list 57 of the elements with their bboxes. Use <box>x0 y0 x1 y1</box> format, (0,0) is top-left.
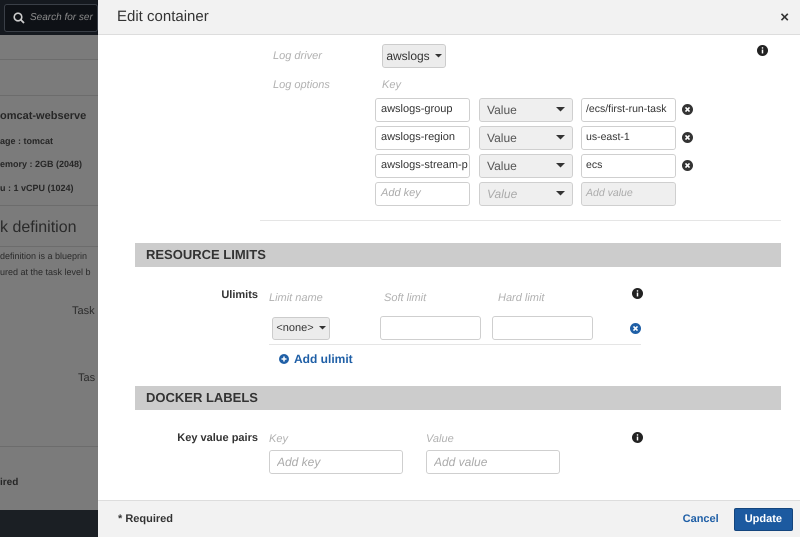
column-header: Soft limit <box>384 290 428 306</box>
section-header: DOCKER LABELS <box>135 386 781 410</box>
key-field[interactable]: awslogs-region <box>375 126 470 150</box>
remove-icon[interactable] <box>682 132 693 143</box>
search-field[interactable]: Search for ser <box>4 4 98 32</box>
hard-limit-field[interactable] <box>492 316 593 340</box>
caret-icon <box>434 54 442 58</box>
required-note: * Required <box>118 512 174 527</box>
field-label: Log options <box>273 78 331 93</box>
info-icon[interactable] <box>757 45 768 56</box>
container-detail: u : 1 vCPU (1024) <box>0 182 74 195</box>
column-header: Limit name <box>269 290 324 306</box>
cancel-button[interactable]: Cancel <box>682 510 719 528</box>
value-field[interactable]: ecs <box>581 154 676 178</box>
remove-icon[interactable] <box>630 322 641 334</box>
value-field[interactable]: /ecs/first-run-task <box>581 98 676 122</box>
required-note: ired <box>0 476 20 490</box>
container-name: omcat-webserve <box>0 109 86 124</box>
log-driver-dropdown[interactable]: awslogs <box>382 44 446 68</box>
soft-limit-field[interactable] <box>380 316 481 340</box>
value-type-dropdown[interactable]: Value <box>479 98 573 122</box>
caret-icon <box>556 191 565 196</box>
description-line: definition is a blueprin <box>0 250 88 263</box>
column-header: Hard limit <box>498 290 546 306</box>
close-button[interactable]: × <box>780 10 789 24</box>
plus-circle-icon <box>279 354 289 364</box>
add-ulimit-link[interactable]: Add ulimit <box>279 350 353 368</box>
container-detail: age : tomcat <box>0 134 54 148</box>
key-field[interactable]: awslogs-group <box>375 98 470 122</box>
field-label: Key value pairs <box>176 431 258 446</box>
remove-icon[interactable] <box>682 160 693 171</box>
field-label: Ulimits <box>220 288 258 302</box>
column-header: Value <box>426 432 455 447</box>
field-label: Log driver <box>273 48 324 64</box>
caret-icon <box>318 326 326 330</box>
update-button[interactable]: Update <box>734 508 793 530</box>
container-detail: emory : 2GB (2048) <box>0 158 82 171</box>
remove-icon[interactable] <box>682 104 693 115</box>
info-icon[interactable] <box>632 432 643 444</box>
value-type-dropdown[interactable]: Value <box>479 154 573 178</box>
dialog-title: Edit container <box>117 6 209 27</box>
field-label: Task <box>72 304 95 319</box>
search-icon <box>13 12 25 24</box>
section-header: RESOURCE LIMITS <box>135 242 781 266</box>
key-field[interactable]: awslogs-stream-p <box>375 154 470 178</box>
field-label: Tas <box>78 370 96 386</box>
description-line: ured at the task level b <box>0 266 91 279</box>
section-heading: k definition <box>0 218 76 238</box>
value-field[interactable]: us-east-1 <box>581 126 676 150</box>
caret-icon <box>556 107 565 112</box>
caret-icon <box>556 135 565 140</box>
column-header: Key <box>269 432 290 447</box>
column-header: Key <box>382 78 401 93</box>
caret-icon <box>556 163 565 168</box>
info-icon[interactable] <box>632 288 643 300</box>
value-type-dropdown[interactable]: Value <box>479 126 573 150</box>
limit-name-dropdown[interactable]: <none> <box>272 316 330 340</box>
